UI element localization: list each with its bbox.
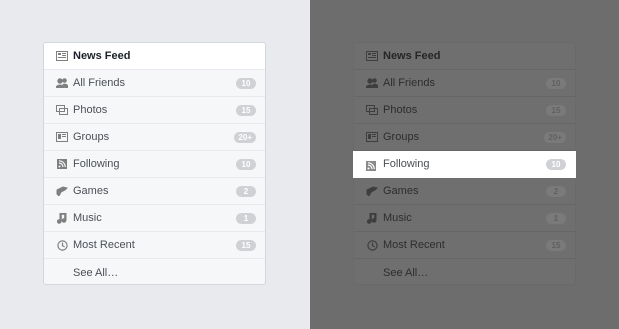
menu-item-see-all[interactable]: See All… [44, 259, 265, 284]
count-badge: 15 [236, 239, 256, 251]
news-feed-icon [366, 50, 378, 62]
count-badge: 10 [546, 77, 566, 89]
menu-item-most-recent[interactable]: Most Recent 15 [354, 232, 575, 259]
sidebar-menu-normal: News Feed All Friends 10 Photos 15 Group… [43, 42, 266, 285]
menu-item-label: Most Recent [383, 239, 445, 251]
menu-item-label: Groups [383, 131, 420, 143]
count-badge: 10 [236, 158, 256, 170]
menu-item-photos[interactable]: Photos 15 [44, 97, 265, 124]
menu-item-label: Photos [383, 104, 418, 116]
following-icon [56, 158, 68, 170]
games-icon [56, 185, 68, 197]
menu-item-label: Music [383, 212, 412, 224]
see-all-link[interactable]: See All… [383, 267, 428, 279]
count-badge: 2 [236, 185, 256, 197]
menu-item-all-friends[interactable]: All Friends 10 [44, 70, 265, 97]
count-badge: 15 [546, 239, 566, 251]
friends-icon [366, 77, 378, 89]
groups-icon [366, 131, 378, 143]
count-badge: 1 [236, 212, 256, 224]
menu-item-games[interactable]: Games 2 [44, 178, 265, 205]
following-icon [366, 158, 378, 171]
count-badge: 15 [546, 104, 566, 116]
menu-item-music[interactable]: Music 1 [354, 205, 575, 232]
menu-item-news-feed[interactable]: News Feed [44, 43, 265, 70]
menu-item-label: News Feed [383, 50, 441, 62]
count-badge: 10 [546, 159, 566, 170]
news-feed-icon [56, 50, 68, 62]
count-badge: 2 [546, 185, 566, 197]
menu-item-most-recent[interactable]: Most Recent 15 [44, 232, 265, 259]
count-badge: 20+ [544, 131, 566, 143]
menu-item-label: Most Recent [73, 239, 135, 251]
see-all-link[interactable]: See All… [73, 267, 118, 279]
menu-item-label: Music [73, 212, 102, 224]
games-icon [366, 185, 378, 197]
menu-item-music[interactable]: Music 1 [44, 205, 265, 232]
count-badge: 20+ [234, 131, 256, 143]
menu-item-all-friends[interactable]: All Friends 10 [354, 70, 575, 97]
menu-item-label: Games [383, 185, 419, 197]
music-icon [56, 212, 68, 224]
friends-icon [56, 77, 68, 89]
menu-item-label: All Friends [73, 77, 125, 89]
menu-item-label: Games [73, 185, 109, 197]
menu-item-groups[interactable]: Groups 20+ [44, 124, 265, 151]
menu-item-label: Groups [73, 131, 110, 143]
highlighted-item-label: Following [383, 158, 430, 170]
menu-item-see-all[interactable]: See All… [354, 259, 575, 284]
clock-icon [366, 239, 378, 251]
menu-item-groups[interactable]: Groups 20+ [354, 124, 575, 151]
photos-icon [366, 104, 378, 116]
count-badge: 1 [546, 212, 566, 224]
menu-item-label: News Feed [73, 50, 131, 62]
menu-item-label: All Friends [383, 77, 435, 89]
highlighted-menu-item-following[interactable]: Following 10 [353, 151, 576, 178]
menu-item-following[interactable]: Following 10 [44, 151, 265, 178]
menu-item-news-feed[interactable]: News Feed [354, 43, 575, 70]
menu-item-label: Following [73, 158, 120, 170]
count-badge: 10 [236, 77, 256, 89]
menu-item-photos[interactable]: Photos 15 [354, 97, 575, 124]
menu-item-label: Photos [73, 104, 108, 116]
music-icon [366, 212, 378, 224]
photos-icon [56, 104, 68, 116]
count-badge: 15 [236, 104, 256, 116]
groups-icon [56, 131, 68, 143]
clock-icon [56, 239, 68, 251]
menu-item-games[interactable]: Games 2 [354, 178, 575, 205]
